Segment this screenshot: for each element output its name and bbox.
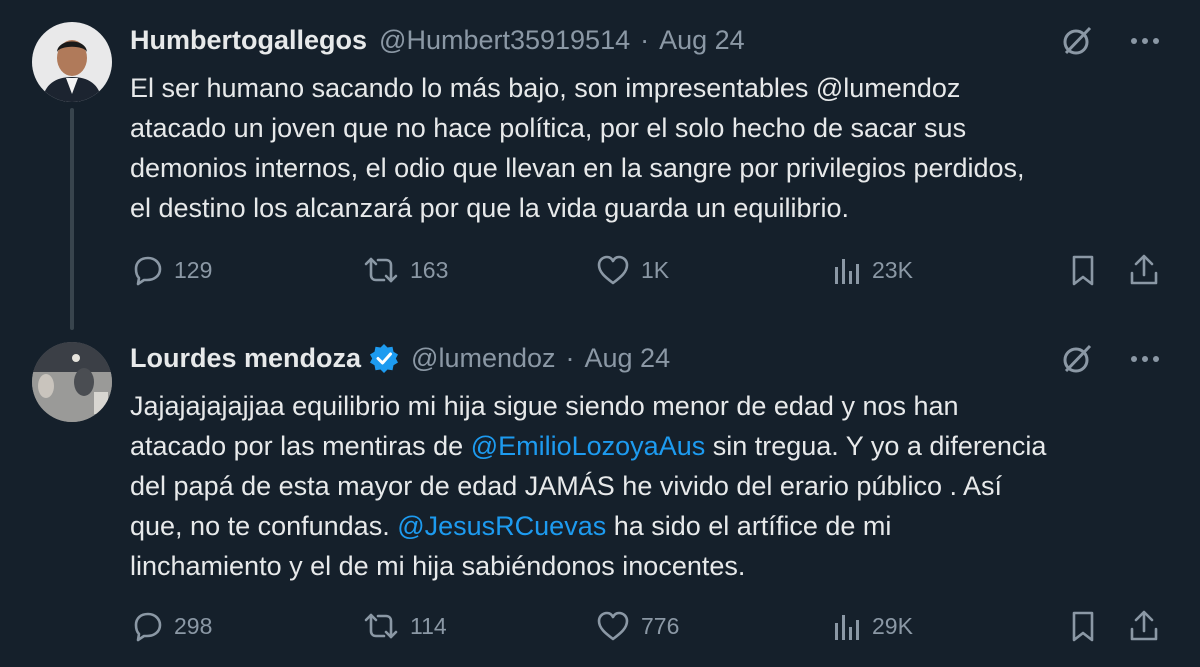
text-segment: atacado un joven que no hace política, p… (130, 113, 967, 143)
author-handle[interactable]: @Humbert35919514 (379, 25, 630, 56)
reply-icon (134, 256, 162, 286)
text-segment: el destino los alcanzará por que la vida… (130, 193, 849, 223)
conversation-thread: Humbertogallegos @Humbert35919514 · Aug … (0, 0, 1200, 667)
views-icon (835, 259, 859, 284)
verified-badge-icon (369, 343, 399, 373)
tweet-text-line: atacado por las mentiras de @EmilioLozoy… (130, 426, 1170, 466)
author-name[interactable]: Lourdes mendoza (130, 343, 361, 374)
tweet-date[interactable]: Aug 24 (659, 25, 745, 56)
tweet-text: Jajajajajajjaa equilibrio mi hija sigue … (130, 386, 1170, 586)
tweet-text-line: demonios internos, el odio que llevan en… (130, 148, 1170, 188)
mention-link[interactable]: @JesusRCuevas (397, 511, 606, 541)
repost-count: 163 (410, 256, 449, 283)
text-segment: ha sido el artífice de mi (606, 511, 892, 541)
bookmark-button[interactable] (1068, 253, 1098, 287)
tweet-action-bar: 129 163 1K 23K (130, 252, 1160, 288)
tweet-text-line: atacado un joven que no hace política, p… (130, 108, 1170, 148)
mention-link[interactable]: @EmilioLozoyaAus (471, 431, 706, 461)
reply-count: 298 (174, 612, 213, 639)
tweet-header: Humbertogallegos @Humbert35919514 · Aug … (130, 20, 1200, 60)
reply-button[interactable]: 298 (130, 609, 212, 643)
like-button[interactable]: 1K (595, 253, 669, 287)
repost-count: 114 (410, 612, 447, 639)
text-segment: demonios internos, el odio que llevan en… (130, 153, 1025, 183)
tweet-text-line: el destino los alcanzará por que la vida… (130, 188, 1170, 228)
text-segment: linchamiento y el de mi hija sabiéndonos… (130, 551, 746, 581)
bookmark-button[interactable] (1068, 609, 1098, 643)
tweet-action-bar: 298 114 776 29K (130, 608, 1160, 644)
text-segment: Jajajajajajjaa equilibrio mi hija sigue … (130, 391, 959, 421)
views-button[interactable]: 23K (832, 253, 913, 287)
reply-button[interactable]: 129 (130, 253, 212, 287)
views-icon (835, 615, 859, 640)
repost-button[interactable]: 114 (362, 609, 447, 643)
heart-icon (597, 255, 629, 285)
grok-icon[interactable] (1060, 342, 1094, 376)
share-button[interactable] (1128, 609, 1160, 643)
tweet-header: Lourdes mendoza @lumendoz · Aug 24 (130, 338, 1200, 378)
avatar[interactable] (32, 342, 112, 422)
heart-icon (597, 611, 629, 641)
grok-icon[interactable] (1060, 24, 1094, 58)
text-segment: que, no te confundas. (130, 511, 398, 541)
thread-connector-line (70, 108, 74, 330)
tweet-top-actions (1060, 24, 1160, 58)
views-count: 29K (872, 612, 913, 639)
bookmark-icon (1072, 255, 1094, 286)
reply-count: 129 (174, 256, 213, 283)
author-name[interactable]: Humbertogallegos (130, 25, 367, 56)
tweet-lourdes-mendoza[interactable]: Lourdes mendoza @lumendoz · Aug 24 Jajaj… (0, 330, 1200, 667)
tweet-date[interactable]: Aug 24 (585, 343, 671, 374)
reply-icon (134, 612, 162, 642)
more-options-icon[interactable] (1130, 355, 1160, 363)
tweet-top-actions (1060, 342, 1160, 376)
bookmark-icon (1072, 611, 1094, 642)
tweet-humbertogallegos[interactable]: Humbertogallegos @Humbert35919514 · Aug … (0, 0, 1200, 330)
avatar[interactable] (32, 22, 112, 102)
tweet-text: El ser humano sacando lo más bajo, son i… (130, 68, 1170, 228)
views-button[interactable]: 29K (832, 609, 913, 643)
repost-button[interactable]: 163 (362, 253, 448, 287)
share-icon (1130, 254, 1158, 285)
share-icon (1130, 610, 1158, 641)
tweet-text-line: que, no te confundas. @JesusRCuevas ha s… (130, 506, 1170, 546)
views-count: 23K (872, 256, 913, 283)
repost-icon (364, 257, 398, 283)
author-handle[interactable]: @lumendoz (411, 343, 555, 374)
like-count: 776 (641, 612, 680, 639)
tweet-text-line: El ser humano sacando lo más bajo, son i… (130, 68, 1170, 108)
text-segment: del papá de esta mayor de edad JAMÁS he … (130, 471, 1003, 501)
more-options-icon[interactable] (1130, 37, 1160, 45)
repost-icon (364, 613, 398, 639)
separator-dot: · (565, 342, 575, 373)
tweet-text-line: del papá de esta mayor de edad JAMÁS he … (130, 466, 1170, 506)
text-segment: atacado por las mentiras de (130, 431, 471, 461)
like-button[interactable]: 776 (595, 609, 679, 643)
text-segment: sin tregua. Y yo a diferencia (705, 431, 1047, 461)
tweet-text-line: Jajajajajajjaa equilibrio mi hija sigue … (130, 386, 1170, 426)
tweet-text-line: linchamiento y el de mi hija sabiéndonos… (130, 546, 1170, 586)
share-button[interactable] (1128, 253, 1160, 287)
like-count: 1K (641, 256, 670, 283)
text-segment: El ser humano sacando lo más bajo, son i… (130, 73, 961, 103)
separator-dot: · (640, 24, 650, 55)
